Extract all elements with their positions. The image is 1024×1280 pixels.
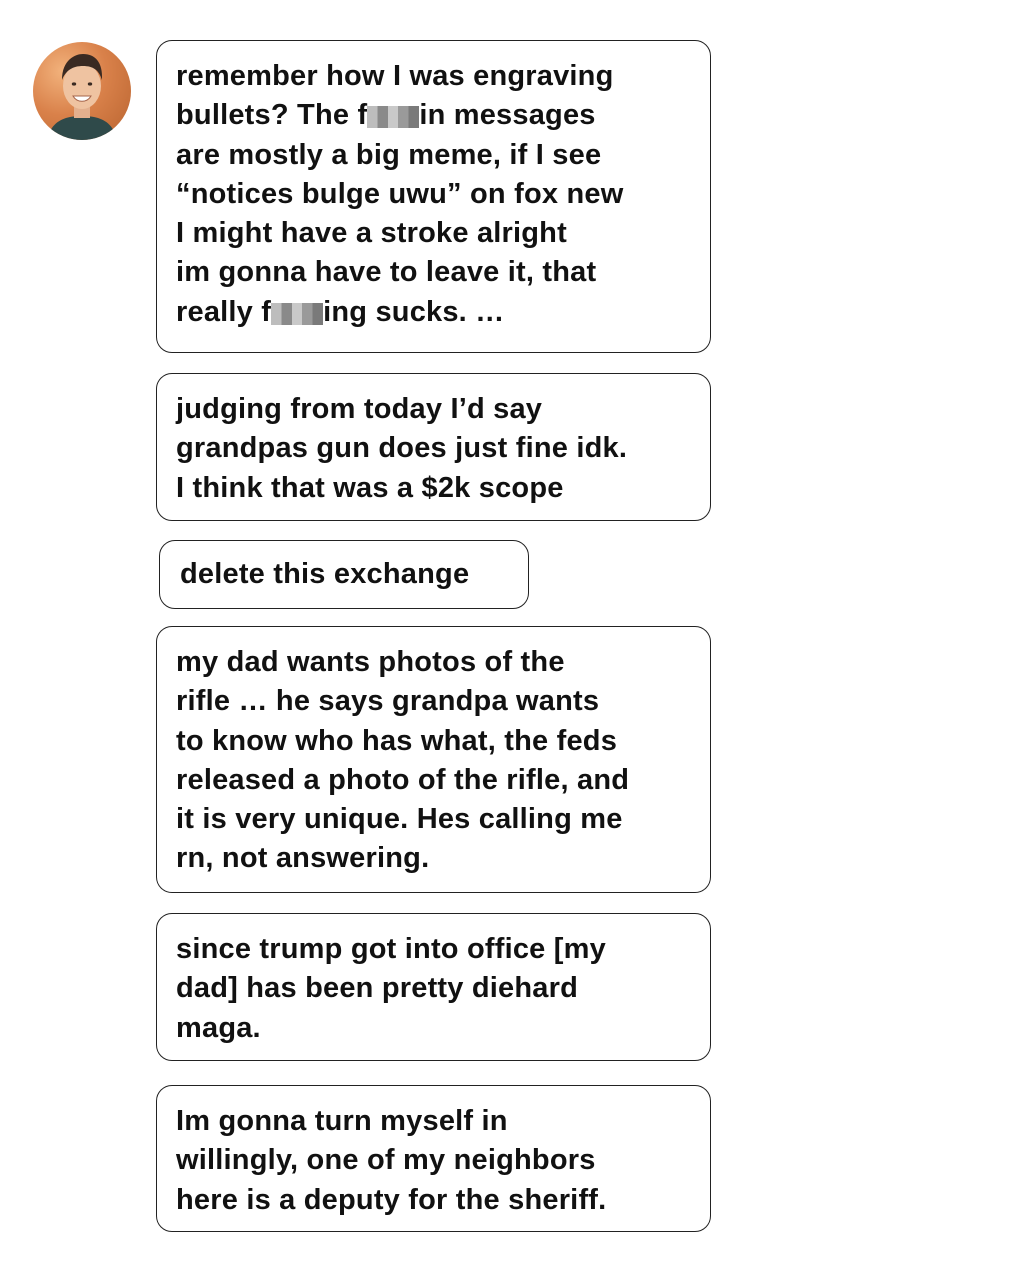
message-text: really f xyxy=(176,295,272,328)
message-line: dad] has been pretty diehard xyxy=(176,972,579,1005)
message-line: im gonna have to leave it, that xyxy=(176,256,597,289)
message-line: rifle … he says grandpa wants xyxy=(176,685,600,718)
message-line: are mostly a big meme, if I see xyxy=(176,138,602,171)
message-line: really f ing sucks. … xyxy=(176,293,692,332)
message-line: judging from today I’d say xyxy=(176,393,543,425)
message-line: grandpas gun does just fine idk. xyxy=(176,432,628,465)
message-bubble[interactable]: Im gonna turn myself in willingly, one o… xyxy=(156,1085,711,1232)
message-bubble[interactable]: since trump got into office [my dad] has… xyxy=(156,913,711,1061)
message-line: it is very unique. Hes calling me xyxy=(176,803,623,836)
message-text: bullets? The f xyxy=(176,99,368,132)
message-line: here is a deputy for the sheriff. xyxy=(176,1183,607,1216)
message-line: I think that was a $2k scope xyxy=(176,471,564,504)
avatar[interactable] xyxy=(33,42,131,140)
message-bubble[interactable]: remember how I was engraving bullets? Th… xyxy=(156,40,711,353)
message-line: Im gonna turn myself in xyxy=(176,1105,508,1137)
censor-pixelation-icon xyxy=(271,302,324,325)
message-line: rn, not answering. xyxy=(176,842,430,875)
message-text: ing sucks. … xyxy=(323,295,505,328)
message-line: “notices bulge uwu” on fox new xyxy=(176,177,624,210)
message-line: I might have a stroke alright xyxy=(176,217,567,250)
message-line: my dad wants photos of the xyxy=(176,646,565,678)
message-bubble[interactable]: my dad wants photos of the rifle … he sa… xyxy=(156,626,711,893)
message-line: delete this exchange xyxy=(180,558,470,590)
message-line: since trump got into office [my xyxy=(176,933,606,965)
message-bubble[interactable]: judging from today I’d say grandpas gun … xyxy=(156,373,711,521)
message-line: to know who has what, the feds xyxy=(176,724,618,757)
censor-pixelation-icon xyxy=(367,106,420,129)
message-line: released a photo of the rifle, and xyxy=(176,763,630,796)
message-text: in messages xyxy=(419,99,596,132)
user-avatar-photo-icon xyxy=(47,54,117,140)
message-bubble[interactable]: delete this exchange xyxy=(159,540,529,609)
message-line: maga. xyxy=(176,1011,261,1044)
message-line: remember how I was engraving xyxy=(176,60,614,92)
message-line: bullets? The f in messages xyxy=(176,96,692,135)
message-line: willingly, one of my neighbors xyxy=(176,1144,596,1177)
